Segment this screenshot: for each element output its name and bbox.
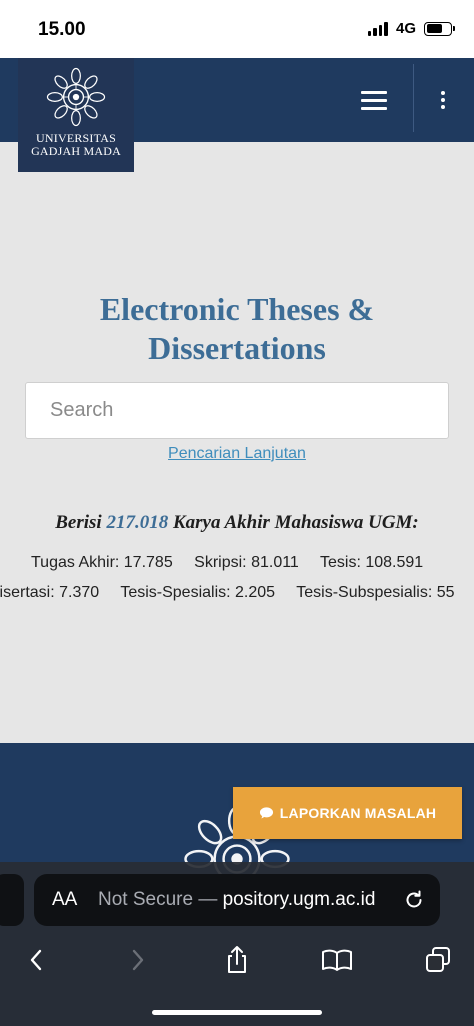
page-title-line-1: Electronic Theses & [99, 291, 375, 327]
browser-nav-row [0, 942, 474, 978]
text-size-button[interactable]: AA [52, 889, 77, 911]
stats-total: 217.018 [106, 512, 169, 533]
battery-icon [424, 21, 455, 36]
share-icon [228, 946, 246, 973]
search-input[interactable] [25, 382, 449, 439]
stats-row-1: Tugas Akhir: 17.785 Skripsi: 81.011 Tesi… [31, 554, 440, 572]
stat-tugas-akhir: Tugas Akhir: 17.785 [31, 554, 173, 571]
stat-disertasi: Disertasi: 7.370 [0, 584, 100, 601]
university-seal-icon [46, 67, 106, 127]
share-button[interactable] [219, 942, 255, 978]
url-display[interactable]: Not Secure — pository.ugm.ac.id [98, 889, 375, 911]
logo-text: UNIVERSITAS GADJAH MADA [31, 132, 121, 158]
forward-button[interactable] [120, 942, 156, 978]
back-icon [30, 949, 42, 971]
reload-icon[interactable] [402, 888, 426, 912]
status-bar: 15.00 4G [0, 0, 474, 58]
cellular-signal-icon [367, 21, 388, 36]
back-button[interactable] [18, 942, 54, 978]
stats-heading: Berisi 217.018 Karya Akhir Mahasiswa UGM… [0, 512, 474, 534]
stat-tesis-spesialis: Tesis-Spesialis: 2.205 [120, 584, 276, 601]
tabs-button[interactable] [420, 942, 456, 978]
report-problem-button[interactable]: LAPORKAN MASALAH [233, 787, 462, 839]
advanced-search-link[interactable]: Pencarian Lanjutan [0, 445, 474, 463]
url-text: pository.ugm.ac.id [222, 889, 376, 910]
hamburger-menu-button[interactable] [352, 82, 396, 118]
hamburger-icon [361, 90, 387, 94]
page-title: Electronic Theses & Dissertations [0, 290, 474, 368]
stats-prefix: Berisi [55, 512, 102, 533]
status-time: 15.00 [38, 19, 86, 40]
chat-bubble-icon [259, 807, 273, 819]
security-label: Not Secure — [98, 889, 218, 910]
report-button-label: LAPORKAN MASALAH [279, 805, 437, 821]
network-type: 4G [395, 20, 416, 37]
tabs-icon [426, 947, 450, 972]
forward-icon [132, 949, 144, 971]
ugm-logo[interactable]: UNIVERSITAS GADJAH MADA [18, 58, 134, 172]
vertical-ellipsis-icon [441, 91, 445, 95]
stat-tesis-subspesialis: Tesis-Subspesialis: 55 [296, 584, 455, 601]
more-options-button[interactable] [428, 84, 458, 116]
bookmarks-icon [322, 949, 352, 971]
previous-tab-pill[interactable] [0, 874, 24, 926]
browser-toolbar: AA Not Secure — pository.ugm.ac.id [0, 862, 474, 1026]
status-indicators: 4G [367, 20, 455, 37]
stats-suffix: Karya Akhir Mahasiswa UGM: [172, 512, 419, 533]
hero-section: Electronic Theses & Dissertations Pencar… [0, 142, 474, 743]
bookmarks-button[interactable] [319, 942, 355, 978]
home-indicator [152, 1010, 322, 1015]
text-size-label: AA [52, 889, 78, 910]
address-bar[interactable]: AA Not Secure — pository.ugm.ac.id [34, 874, 440, 926]
stats-row-2: Disertasi: 7.370 Tesis-Spesialis: 2.205 … [0, 584, 472, 602]
page-title-line-2: Dissertations [148, 330, 326, 366]
stat-skripsi: Skripsi: 81.011 [194, 554, 299, 571]
header-divider [413, 64, 414, 132]
stat-tesis: Tesis: 108.591 [319, 554, 424, 571]
logo-line-2: GADJAH MADA [31, 144, 121, 158]
